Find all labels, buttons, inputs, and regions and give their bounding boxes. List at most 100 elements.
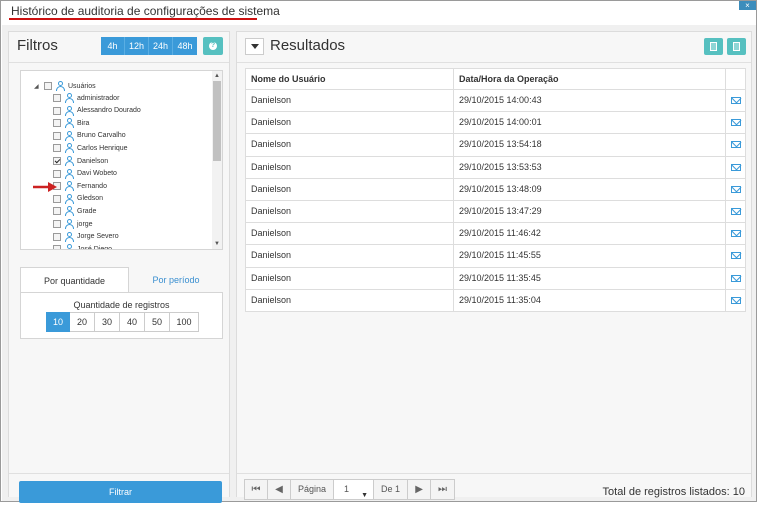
next-page-icon[interactable]: ▶ (408, 480, 432, 499)
user-checkbox[interactable] (53, 169, 61, 178)
user-checkbox[interactable] (53, 194, 61, 203)
export-excel-button[interactable] (727, 38, 746, 55)
user-checkbox[interactable] (53, 220, 61, 228)
envelope-icon[interactable] (731, 119, 741, 127)
table-row[interactable]: Danielson 29/10/2015 11:35:04 (245, 289, 746, 312)
user-checkbox[interactable] (53, 94, 61, 102)
tree-item-label: Grade (77, 207, 97, 215)
excel-file-icon (733, 42, 740, 51)
cell-user: Danielson (246, 90, 454, 112)
quantity-50-button[interactable]: 50 (145, 312, 170, 332)
tree-item[interactable]: administrador (53, 92, 119, 104)
envelope-icon[interactable] (731, 97, 741, 104)
user-checkbox[interactable] (53, 144, 61, 153)
scroll-down-icon[interactable]: ▼ (214, 241, 220, 247)
quantity-40-button[interactable]: 40 (120, 312, 145, 332)
close-icon[interactable]: × (739, 1, 756, 10)
quantity-30-button[interactable]: 30 (95, 312, 120, 332)
divider (237, 62, 751, 63)
tree-item[interactable]: José Diego (53, 243, 112, 249)
tree-item[interactable]: Fernando (53, 180, 107, 192)
page-select[interactable]: 1 ▼ (334, 480, 375, 499)
scroll-up-icon[interactable]: ▲ (214, 73, 220, 79)
tree-item[interactable]: jorge (53, 218, 93, 230)
tree-item[interactable]: Gledson (53, 193, 103, 205)
user-icon (64, 193, 74, 204)
tree-item[interactable]: Davi Wobeto (53, 168, 117, 180)
table-row[interactable]: Danielson 29/10/2015 14:00:01 (245, 112, 746, 135)
envelope-icon[interactable] (731, 185, 741, 193)
user-checkbox[interactable] (53, 157, 61, 165)
tree-item-label: Davi Wobeto (77, 170, 117, 178)
user-checkbox[interactable] (53, 106, 61, 115)
help-button[interactable]: ? (203, 37, 223, 55)
tab-by-period[interactable]: Por período (129, 267, 223, 293)
tree-item[interactable]: Bira (53, 117, 89, 129)
column-header-datetime[interactable]: Data/Hora da Operação (454, 69, 726, 89)
row-action (726, 223, 745, 244)
tree-item-label: jorge (77, 220, 93, 228)
column-header-user[interactable]: Nome do Usuário (246, 69, 454, 89)
tree-item[interactable]: Carlos Henrique (53, 142, 128, 154)
prev-page-icon[interactable]: ◀ (268, 480, 291, 499)
time-4h-button[interactable]: 4h (101, 37, 125, 55)
last-page-icon[interactable]: ⏭ (431, 480, 454, 499)
quantity-20-button[interactable]: 20 (70, 312, 95, 332)
envelope-icon[interactable] (731, 163, 741, 171)
tree-item[interactable]: Bruno Carvalho (53, 130, 126, 142)
user-tree: ◢ Usuários administrador Alessandro Doura… (20, 70, 223, 250)
tree-root-users[interactable]: ◢ Usuários (34, 80, 96, 92)
envelope-icon[interactable] (731, 296, 741, 304)
tree-item-label: Danielson (77, 157, 109, 165)
first-page-icon[interactable]: ⏮ (245, 480, 268, 499)
user-icon (64, 130, 74, 141)
table-row[interactable]: Danielson 29/10/2015 13:47:29 (245, 200, 746, 224)
toggle-filters-button[interactable] (245, 38, 264, 55)
tree-item-label: Bruno Carvalho (77, 132, 126, 140)
table-row[interactable]: Danielson 29/10/2015 11:45:55 (245, 245, 746, 268)
root-checkbox[interactable] (44, 82, 52, 90)
user-icon (64, 181, 74, 192)
tree-item[interactable]: Danielson (53, 155, 108, 167)
time-48h-button[interactable]: 48h (173, 37, 197, 55)
table-row[interactable]: Danielson 29/10/2015 11:35:45 (245, 267, 746, 290)
user-checkbox[interactable] (53, 131, 61, 140)
collapse-triangle-icon[interactable]: ◢ (34, 83, 42, 90)
row-action (726, 90, 745, 111)
user-icon (64, 118, 74, 129)
filter-tabs: Por quantidade Por período (20, 267, 223, 293)
user-checkbox[interactable] (53, 207, 61, 216)
user-icon (64, 143, 74, 154)
row-action (726, 245, 745, 266)
table-row[interactable]: Danielson 29/10/2015 13:54:18 (245, 134, 746, 157)
user-checkbox[interactable] (53, 232, 61, 241)
tree-item[interactable]: Jorge Severo (53, 231, 119, 243)
envelope-icon[interactable] (731, 274, 741, 282)
time-24h-button[interactable]: 24h (149, 37, 173, 55)
scroll-thumb[interactable] (213, 81, 221, 161)
envelope-icon[interactable] (731, 230, 741, 238)
user-checkbox[interactable] (53, 245, 61, 249)
tree-item[interactable]: Grade (53, 205, 96, 217)
table-row[interactable]: Danielson 29/10/2015 13:48:09 (245, 178, 746, 201)
tab-by-quantity[interactable]: Por quantidade (20, 267, 129, 293)
envelope-icon[interactable] (731, 141, 741, 149)
pagination: ⏮ ◀ Página 1 ▼ De 1 ▶ ⏭ (244, 479, 456, 500)
time-12h-button[interactable]: 12h (125, 37, 149, 55)
envelope-icon[interactable] (731, 207, 741, 215)
tree-item[interactable]: Alessandro Dourado (53, 105, 141, 117)
page-count-label: De 1 (374, 480, 409, 499)
table-row[interactable]: Danielson 29/10/2015 11:46:42 (245, 223, 746, 246)
table-row[interactable]: Danielson 29/10/2015 13:53:53 (245, 156, 746, 179)
quantity-100-button[interactable]: 100 (170, 312, 199, 332)
tree-scrollbar[interactable]: ▲ ▼ (212, 71, 222, 249)
tree-item-label: Gledson (77, 195, 104, 203)
filter-button[interactable]: Filtrar (19, 481, 222, 503)
table-row[interactable]: Danielson 29/10/2015 14:00:43 (245, 90, 746, 113)
row-action (726, 201, 745, 222)
export-pdf-button[interactable] (704, 38, 723, 55)
question-icon: ? (209, 42, 217, 50)
quantity-10-button[interactable]: 10 (46, 312, 70, 332)
user-checkbox[interactable] (53, 119, 61, 128)
envelope-icon[interactable] (731, 252, 741, 260)
